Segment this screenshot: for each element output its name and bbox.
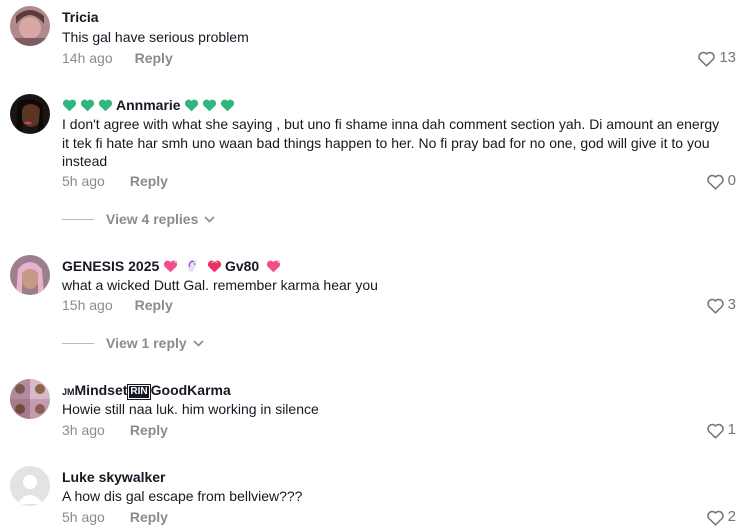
heart-icon: [706, 174, 724, 190]
comment-meta: 3h ago Reply: [62, 421, 168, 439]
like-button[interactable]: 0: [706, 172, 736, 190]
like-button[interactable]: 1: [706, 421, 736, 439]
green-heart-icon: [62, 98, 77, 116]
heart-icon: [706, 423, 724, 439]
username[interactable]: Luke skywalker: [62, 468, 166, 486]
username[interactable]: JMMindset RIN GoodKarma: [62, 381, 231, 401]
green-heart-icon: [220, 98, 235, 116]
comment-text: A how dis gal escape from bellview???: [62, 488, 303, 504]
unicorn-icon: [185, 258, 200, 277]
avatar[interactable]: [10, 6, 50, 46]
view-replies-button[interactable]: View 1 reply: [62, 335, 204, 351]
heart-sparkle-icon: [163, 259, 178, 277]
comment-text: what a wicked Dutt Gal. remember karma h…: [62, 277, 378, 293]
like-count: 1: [727, 421, 736, 438]
comment-meta: 5h ago Reply: [62, 508, 168, 526]
heart-ribbon-icon: [207, 259, 222, 277]
view-replies-button[interactable]: View 4 replies: [62, 211, 215, 227]
like-button[interactable]: 2: [706, 508, 736, 526]
reply-button[interactable]: Reply: [135, 49, 173, 67]
like-count: 0: [727, 172, 736, 189]
chevron-down-icon: [204, 215, 215, 223]
chevron-down-icon: [193, 339, 204, 347]
avatar[interactable]: [10, 379, 50, 419]
username-text: GoodKarma: [150, 382, 231, 398]
comment-time: 5h ago: [62, 509, 105, 525]
username-badge: RIN: [127, 384, 151, 400]
avatar[interactable]: [10, 94, 50, 134]
comment-time: 15h ago: [62, 297, 113, 313]
username-text: GENESIS 2025: [62, 258, 160, 274]
heart-icon: [706, 510, 724, 526]
like-count: 13: [719, 49, 736, 66]
view-replies-label: View 4 replies: [106, 211, 199, 227]
comment-meta: 14h ago Reply: [62, 49, 173, 67]
green-heart-icon: [202, 98, 217, 116]
reply-button[interactable]: Reply: [135, 296, 173, 314]
username-text: Gv80: [224, 258, 260, 274]
username[interactable]: Annmarie: [62, 96, 235, 116]
avatar[interactable]: [10, 255, 50, 295]
like-button[interactable]: 3: [706, 296, 736, 314]
username[interactable]: Tricia: [62, 8, 99, 26]
username-text: Mindset: [74, 382, 128, 398]
reply-button[interactable]: Reply: [130, 172, 168, 190]
heart-icon: [698, 51, 716, 67]
reply-button[interactable]: Reply: [130, 421, 168, 439]
comment-time: 14h ago: [62, 50, 113, 66]
comment-time: 3h ago: [62, 422, 105, 438]
heart-icon: [706, 298, 724, 314]
divider: [62, 342, 94, 344]
divider: [62, 218, 94, 220]
comment-text: Howie still naa luk. him working in sile…: [62, 401, 319, 417]
heart-sparkle-icon: [266, 259, 281, 277]
username[interactable]: GENESIS 2025 Gv80: [62, 257, 281, 277]
green-heart-icon: [80, 98, 95, 116]
green-heart-icon: [184, 98, 199, 116]
reply-button[interactable]: Reply: [130, 508, 168, 526]
comment-meta: 5h ago Reply: [62, 172, 168, 190]
comment-time: 5h ago: [62, 173, 105, 189]
view-replies-label: View 1 reply: [106, 335, 187, 351]
comment-text: I don't agree with what she saying , but…: [62, 116, 720, 169]
like-count: 2: [727, 508, 736, 525]
comment-meta: 15h ago Reply: [62, 296, 173, 314]
username-text: Annmarie: [116, 97, 181, 113]
like-count: 3: [727, 296, 736, 313]
green-heart-icon: [98, 98, 113, 116]
avatar[interactable]: [10, 466, 50, 506]
comment-text: This gal have serious problem: [62, 29, 249, 45]
username-prefix: JM: [62, 387, 75, 397]
like-button[interactable]: 13: [697, 49, 736, 67]
